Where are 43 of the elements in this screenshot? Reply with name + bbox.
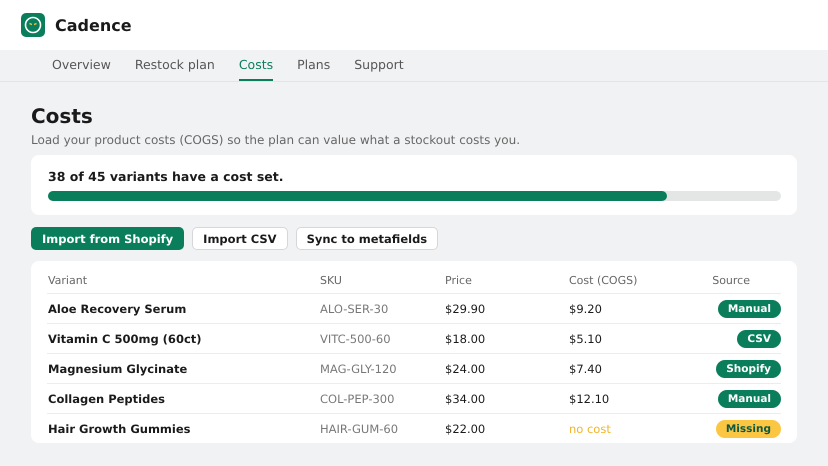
variant-cell-text: Collagen Peptides — [48, 392, 166, 406]
nav-tab[interactable]: Overview — [52, 50, 111, 81]
nav-tab[interactable]: Costs — [238, 50, 274, 81]
cost-cell-text: $9.20 — [569, 302, 603, 316]
column-header: Price — [445, 274, 473, 286]
price-cell-text: $22.00 — [445, 422, 486, 436]
source-badge: Manual — [718, 300, 781, 318]
price-cell-text: $29.90 — [445, 302, 486, 316]
sku-cell-text: ALO-SER-30 — [320, 302, 390, 316]
price-cell-text: $18.00 — [445, 332, 486, 346]
app-name: Cadence — [55, 16, 132, 34]
sku-cell-text: HAIR-GUM-60 — [320, 422, 400, 436]
variant-cell-text: Magnesium Glycinate — [48, 362, 188, 376]
page-title: Costs — [31, 104, 94, 128]
price-cell-text: $24.00 — [445, 362, 486, 376]
nav-tab[interactable]: Restock plan — [134, 50, 215, 81]
source-badge: Manual — [718, 390, 781, 408]
coverage-text: 38 of 45 variants have a cost set. — [48, 169, 285, 184]
nav-tab[interactable]: Plans — [297, 50, 330, 81]
source-badge: CSV — [737, 330, 781, 348]
variant-cell-text: Aloe Recovery Serum — [48, 302, 188, 316]
column-header: Variant — [48, 274, 88, 286]
action-button[interactable]: Import CSV — [192, 227, 288, 250]
page-subtitle: Load your product costs (COGS) so the plan can value what a stockout costs you. — [31, 133, 522, 147]
action-button[interactable]: Sync to metafields — [296, 227, 438, 250]
action-button[interactable]: Import from Shopify — [31, 227, 184, 250]
clock-logo-icon — [21, 13, 45, 37]
cost-cell-text: $12.10 — [569, 392, 610, 406]
sku-cell-text: COL-PEP-300 — [320, 392, 396, 406]
column-header: Source — [711, 274, 751, 286]
source-badge: Missing — [716, 420, 781, 438]
column-header: SKU — [320, 274, 343, 286]
nav-tab[interactable]: Support — [354, 50, 404, 81]
variant-cell-text: Hair Growth Gummies — [48, 422, 192, 436]
price-cell-text: $34.00 — [445, 392, 486, 406]
cost-cell-text: $7.40 — [569, 362, 603, 376]
source-badge: Shopify — [716, 360, 781, 378]
sku-cell-text: MAG-GLY-120 — [320, 362, 398, 376]
sku-cell-text: VITC-500-60 — [320, 332, 392, 346]
cost-cell-text: no cost — [569, 422, 612, 436]
cost-cell-text: $5.10 — [569, 332, 603, 346]
column-header: Cost (COGS) — [569, 274, 638, 286]
variant-cell-text: Vitamin C 500mg (60ct) — [48, 332, 203, 346]
